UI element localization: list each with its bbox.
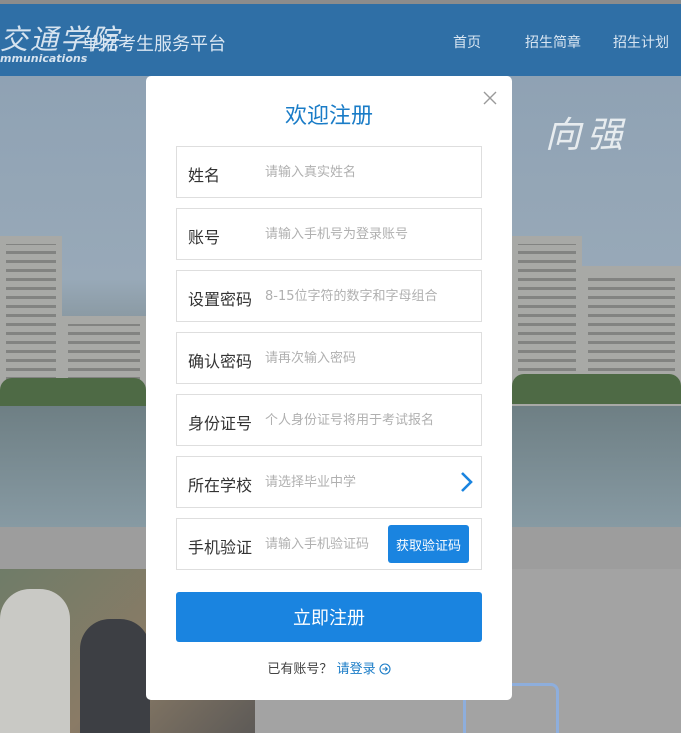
id-number-input[interactable] <box>265 407 470 433</box>
login-link-label[interactable]: 请登录 <box>337 662 376 677</box>
nav-admission-plan[interactable]: 招生计划 <box>613 32 669 52</box>
field-label: 设置密码 <box>188 290 253 309</box>
field-label: 确认密码 <box>188 352 253 371</box>
person <box>0 589 70 733</box>
login-prompt: 已有账号？ <box>267 662 333 677</box>
sms-code-field: 手机验证 获取验证码 <box>176 518 482 570</box>
field-label: 手机验证 <box>188 538 253 557</box>
login-prompt-line: 已有账号？ 请登录 <box>146 658 512 679</box>
calligraphy: 向强 <box>545 115 630 156</box>
login-link[interactable]: 请登录 <box>337 662 391 677</box>
register-modal: 欢迎注册 姓名 账号 设置密码 确认密码 身份证号 所在学校 手机验证 获取验证… <box>146 76 512 700</box>
register-button[interactable]: 立即注册 <box>176 592 482 642</box>
field-label: 身份证号 <box>188 414 253 433</box>
confirm-password-field: 确认密码 <box>176 332 482 384</box>
modal-title: 欢迎注册 <box>284 104 373 129</box>
account-input[interactable] <box>265 221 470 247</box>
school-select[interactable] <box>265 469 470 495</box>
school-field[interactable]: 所在学校 <box>176 456 482 508</box>
trees <box>512 374 681 404</box>
confirm-password-input[interactable] <box>265 345 470 371</box>
nav-admission-brochure[interactable]: 招生简章 <box>525 32 581 52</box>
sms-code-input[interactable] <box>265 531 385 557</box>
field-label: 所在学校 <box>188 476 253 495</box>
field-label: 姓名 <box>188 166 221 185</box>
site-header: 交通学院 mmunications 单招考生服务平台 首页 招生简章 招生计划 <box>0 4 681 76</box>
logo-subtitle: mmunications <box>0 52 88 65</box>
password-input[interactable] <box>265 283 470 309</box>
login-arrow-icon[interactable] <box>379 663 391 679</box>
site-title: 单招考生服务平台 <box>82 34 226 55</box>
name-field: 姓名 <box>176 146 482 198</box>
chevron-right-icon[interactable] <box>455 469 477 495</box>
id-number-field: 身份证号 <box>176 394 482 446</box>
name-input[interactable] <box>265 159 470 185</box>
trees <box>0 378 146 408</box>
nav-home[interactable]: 首页 <box>453 32 481 52</box>
account-field: 账号 <box>176 208 482 260</box>
field-label: 账号 <box>188 228 221 247</box>
get-code-button[interactable]: 获取验证码 <box>388 525 469 563</box>
person <box>80 619 150 733</box>
password-field: 设置密码 <box>176 270 482 322</box>
